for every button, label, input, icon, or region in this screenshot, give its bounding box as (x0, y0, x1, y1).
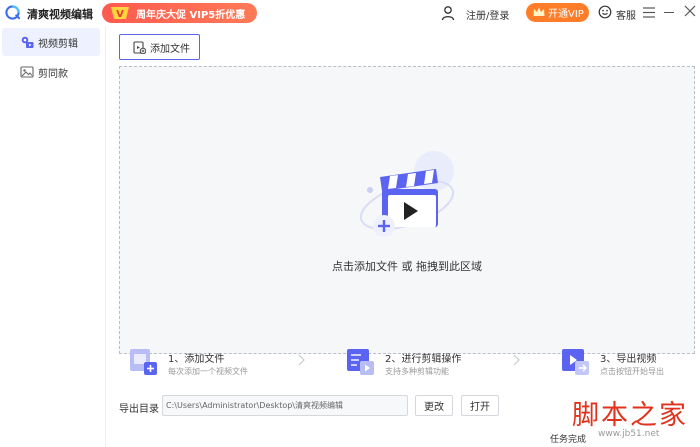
add-file-step-icon (130, 349, 157, 375)
menu-icon[interactable] (643, 7, 655, 18)
step-title: 1、添加文件 (168, 354, 225, 365)
vip-button[interactable]: 开通VIP (526, 3, 589, 22)
edit-step-icon (347, 349, 374, 375)
chevron-right-icon (513, 354, 520, 366)
add-file-label: 添加文件 (150, 43, 190, 55)
video-edit-icon (21, 36, 34, 48)
sidebar-item-video-edit[interactable]: 视频剪辑 (2, 28, 100, 56)
app-title: 清爽视频编辑 (27, 8, 93, 21)
export-dir-label: 导出目录 (119, 404, 159, 415)
add-file-button[interactable]: 添加文件 (119, 34, 200, 60)
app-logo-icon (5, 5, 20, 20)
export-step-icon (562, 349, 589, 375)
service-label[interactable]: 客服 (616, 7, 636, 22)
add-file-icon (133, 41, 146, 54)
sidebar-item-label: 剪同款 (38, 68, 68, 80)
step-desc: 每次添加一个视频文件 (168, 367, 248, 376)
promo-banner[interactable]: V 周年庆大促 VIP5折优惠 (102, 3, 257, 23)
sidebar-item-template[interactable]: 剪同款 (2, 58, 100, 86)
watermark-title: 脚本之家 (572, 400, 688, 431)
login-link[interactable]: 注册/登录 (466, 7, 509, 22)
sidebar-item-label: 视频剪辑 (38, 38, 78, 50)
vip-label: 开通VIP (548, 9, 584, 20)
step-desc: 点击按钮开始导出 (600, 367, 664, 376)
title-bar: 清爽视频编辑 V 周年庆大促 VIP5折优惠 注册/登录 开通VIP 客服 (0, 0, 700, 26)
close-icon[interactable] (684, 5, 696, 17)
watermark: 脚本之家 www.jb51.net (560, 393, 700, 447)
watermark-url: www.jb51.net (598, 429, 660, 439)
export-path-field[interactable]: C:\Users\Administrator\Desktop\清爽视频编辑 (162, 395, 408, 416)
video-clapper-illustration (359, 151, 455, 237)
drop-instructions: 点击添加文件 或 拖拽到此区域 (332, 260, 482, 273)
vip-badge-icon: V (111, 7, 129, 20)
open-dir-button[interactable]: 打开 (461, 395, 499, 416)
minimize-icon[interactable] (664, 12, 674, 13)
step-title: 2、进行剪辑操作 (385, 354, 462, 365)
change-dir-button[interactable]: 更改 (415, 395, 453, 416)
user-icon[interactable] (440, 5, 456, 21)
step-desc: 支持多种剪辑功能 (385, 367, 449, 376)
sidebar: 视频剪辑 剪同款 (0, 26, 106, 447)
step-title: 3、导出视频 (600, 354, 657, 365)
customer-service-icon[interactable] (598, 5, 612, 19)
drop-zone[interactable]: 点击添加文件 或 拖拽到此区域 (119, 66, 695, 354)
image-template-icon (20, 66, 34, 78)
crown-icon (533, 7, 545, 16)
svg-text:V: V (116, 9, 124, 20)
promo-text: 周年庆大促 VIP5折优惠 (136, 9, 246, 21)
chevron-right-icon (298, 354, 305, 366)
